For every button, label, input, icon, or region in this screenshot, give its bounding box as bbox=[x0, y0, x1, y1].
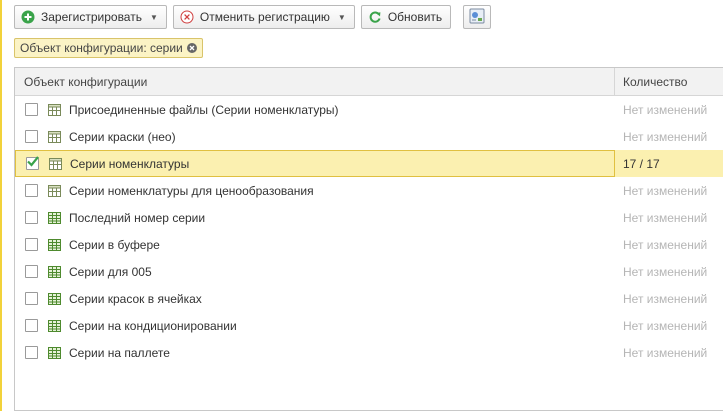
page: Зарегистрировать ▼ Отменить регистрацию … bbox=[0, 0, 723, 411]
count-cell: 17 / 17 bbox=[623, 156, 660, 171]
object-name: Серии для 005 bbox=[69, 264, 152, 279]
count-cell: Нет изменений bbox=[623, 210, 708, 225]
catalog-icon bbox=[48, 103, 61, 116]
register-icon bbox=[48, 265, 61, 278]
table-body: Присоединенные файлы (Серии номенклатуры… bbox=[15, 96, 723, 366]
filter-tag[interactable]: Объект конфигурации: серии bbox=[14, 38, 203, 58]
object-cell[interactable]: Серии краски (нео) bbox=[15, 123, 615, 150]
table-row[interactable]: Присоединенные файлы (Серии номенклатуры… bbox=[15, 96, 723, 123]
table-row[interactable]: Серии в буфере Нет изменений bbox=[15, 231, 723, 258]
catalog-icon bbox=[48, 130, 61, 143]
table-row[interactable]: Серии на паллете Нет изменений bbox=[15, 339, 723, 366]
row-checkbox[interactable] bbox=[25, 238, 38, 251]
register-button-label: Зарегистрировать bbox=[41, 10, 142, 24]
column-header-object[interactable]: Объект конфигурации bbox=[15, 68, 615, 95]
chevron-down-icon: ▼ bbox=[149, 12, 158, 22]
register-icon bbox=[48, 211, 61, 224]
count-cell: Нет изменений bbox=[623, 318, 708, 333]
object-cell[interactable]: Серии номенклатуры bbox=[15, 150, 615, 177]
row-checkbox[interactable] bbox=[25, 346, 38, 359]
toolbar: Зарегистрировать ▼ Отменить регистрацию … bbox=[14, 5, 492, 29]
object-cell[interactable]: Последний номер серии bbox=[15, 204, 615, 231]
exchange-settings-button[interactable] bbox=[463, 5, 492, 29]
plus-circle-icon bbox=[21, 10, 35, 24]
object-cell[interactable]: Серии для 005 bbox=[15, 258, 615, 285]
chevron-down-icon: ▼ bbox=[337, 12, 346, 22]
object-name: Присоединенные файлы (Серии номенклатуры… bbox=[69, 102, 339, 117]
object-cell[interactable]: Серии красок в ячейках bbox=[15, 285, 615, 312]
object-name: Серии в буфере bbox=[69, 237, 160, 252]
row-checkbox[interactable] bbox=[26, 156, 39, 170]
table-row[interactable]: Последний номер серии Нет изменений bbox=[15, 204, 723, 231]
close-icon[interactable] bbox=[186, 43, 197, 53]
filter-label: Объект конфигурации: серии bbox=[20, 41, 183, 55]
object-cell[interactable]: Присоединенные файлы (Серии номенклатуры… bbox=[15, 96, 615, 123]
count-cell: Нет изменений bbox=[623, 264, 708, 279]
catalog-icon bbox=[49, 157, 62, 170]
table-header: Объект конфигурации Количество bbox=[15, 68, 723, 96]
table-row[interactable]: Серии для 005 Нет изменений bbox=[15, 258, 723, 285]
object-cell[interactable]: Серии номенклатуры для ценообразования bbox=[15, 177, 615, 204]
config-objects-table: Объект конфигурации Количество Присоедин… bbox=[14, 67, 723, 411]
row-checkbox[interactable] bbox=[25, 130, 38, 143]
count-cell: Нет изменений bbox=[623, 129, 708, 144]
row-checkbox[interactable] bbox=[25, 319, 38, 332]
object-name: Серии на паллете bbox=[69, 345, 170, 360]
object-cell[interactable]: Серии в буфере bbox=[15, 231, 615, 258]
object-name: Серии на кондиционировании bbox=[69, 318, 237, 333]
row-checkbox[interactable] bbox=[25, 292, 38, 305]
register-icon bbox=[48, 292, 61, 305]
column-header-count[interactable]: Количество bbox=[615, 68, 723, 95]
table-row[interactable]: Серии на кондиционировании Нет изменений bbox=[15, 312, 723, 339]
refresh-button[interactable]: Обновить bbox=[360, 5, 452, 29]
count-cell: Нет изменений bbox=[623, 237, 708, 252]
exchange-icon bbox=[469, 8, 485, 27]
unregister-button[interactable]: Отменить регистрацию ▼ bbox=[172, 5, 355, 29]
cancel-circle-icon bbox=[180, 10, 194, 24]
register-icon bbox=[48, 319, 61, 332]
catalog-icon bbox=[48, 184, 61, 197]
row-checkbox[interactable] bbox=[25, 211, 38, 224]
refresh-icon bbox=[368, 10, 382, 24]
register-icon bbox=[48, 238, 61, 251]
count-cell: Нет изменений bbox=[623, 345, 708, 360]
count-cell: Нет изменений bbox=[623, 102, 708, 117]
table-row[interactable]: Серии номенклатуры для ценообразования Не… bbox=[15, 177, 723, 204]
object-name: Серии номенклатуры для ценообразования bbox=[69, 183, 314, 198]
object-cell[interactable]: Серии на паллете bbox=[15, 339, 615, 366]
register-icon bbox=[48, 346, 61, 359]
row-checkbox[interactable] bbox=[25, 184, 38, 197]
object-name: Серии красок в ячейках bbox=[69, 291, 202, 306]
object-cell[interactable]: Серии на кондиционировании bbox=[15, 312, 615, 339]
count-cell: Нет изменений bbox=[623, 183, 708, 198]
count-cell: Нет изменений bbox=[623, 291, 708, 306]
object-name: Последний номер серии bbox=[69, 210, 206, 225]
unregister-button-label: Отменить регистрацию bbox=[199, 10, 330, 24]
table-row[interactable]: Серии красок в ячейках Нет изменений bbox=[15, 285, 723, 312]
register-button[interactable]: Зарегистрировать ▼ bbox=[14, 5, 167, 29]
object-name: Серии номенклатуры bbox=[70, 156, 190, 171]
refresh-button-label: Обновить bbox=[387, 10, 443, 24]
object-name: Серии краски (нео) bbox=[69, 129, 176, 144]
row-checkbox[interactable] bbox=[25, 265, 38, 278]
table-row[interactable]: Серии номенклатуры 17 / 17 bbox=[15, 150, 723, 177]
row-checkbox[interactable] bbox=[25, 103, 38, 116]
table-row[interactable]: Серии краски (нео) Нет изменений bbox=[15, 123, 723, 150]
